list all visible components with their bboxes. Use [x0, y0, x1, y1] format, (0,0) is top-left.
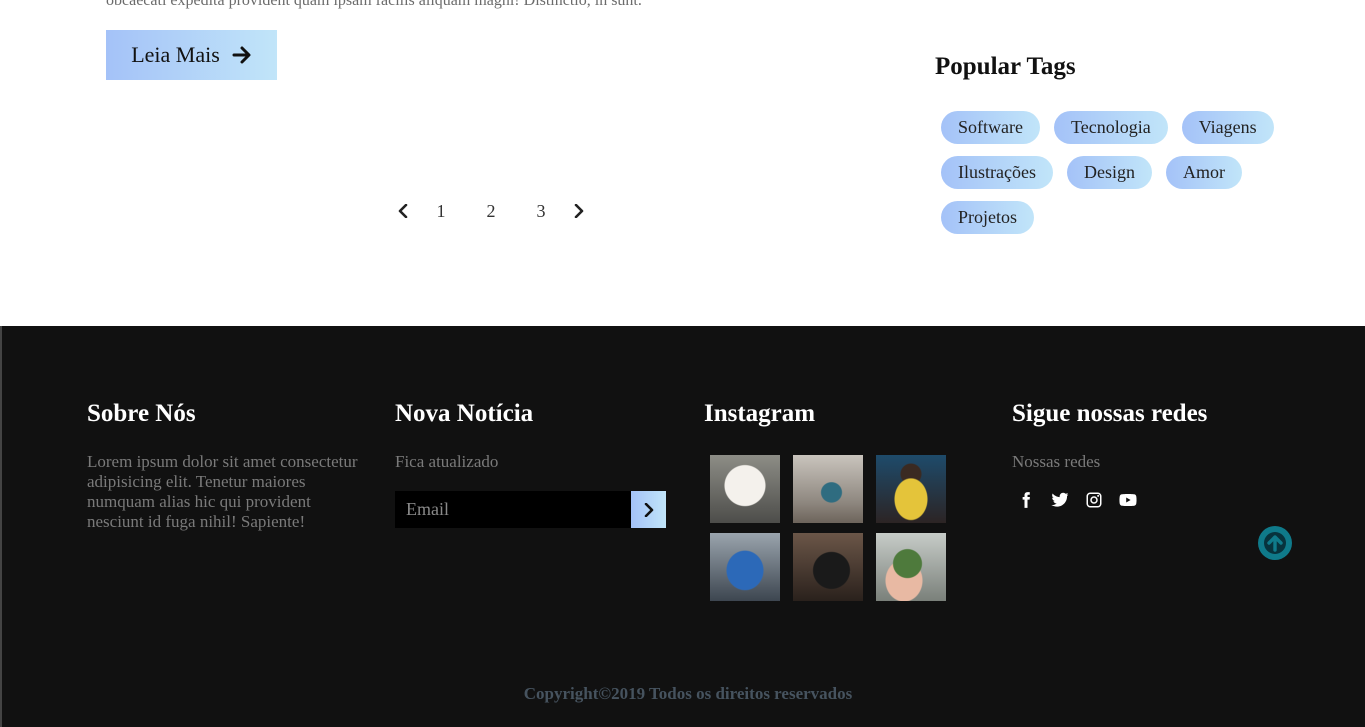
- instagram-icon: [1086, 492, 1102, 508]
- popular-tags-list: Software Tecnologia Viagens Ilustrações …: [941, 111, 1281, 234]
- tag-amor[interactable]: Amor: [1165, 156, 1242, 189]
- popular-tags-title: Popular Tags: [935, 53, 1076, 80]
- newsletter-submit-button[interactable]: [631, 491, 666, 528]
- tag-viagens[interactable]: Viagens: [1181, 111, 1274, 144]
- footer-newsletter-column: Nova Notícia Fica atualizado: [395, 400, 675, 528]
- chevron-right-icon: [644, 502, 653, 517]
- tag-projetos[interactable]: Projetos: [941, 201, 1035, 234]
- twitter-icon: [1051, 492, 1069, 507]
- instagram-title: Instagram: [704, 400, 816, 427]
- instagram-photo-man-yellow[interactable]: [876, 455, 946, 523]
- pagination-page-3[interactable]: 3: [516, 201, 566, 222]
- newsletter-form: [395, 491, 666, 528]
- read-more-button[interactable]: Leia Mais: [106, 30, 277, 80]
- back-to-top-button[interactable]: [1258, 526, 1292, 560]
- tag-tecnologia[interactable]: Tecnologia: [1053, 111, 1168, 144]
- site-footer: Sobre Nós Lorem ipsum dolor sit amet con…: [2, 326, 1365, 727]
- instagram-link[interactable]: [1084, 490, 1104, 510]
- instagram-photo-hand-plant[interactable]: [876, 533, 946, 601]
- twitter-link[interactable]: [1050, 490, 1070, 510]
- copyright-text: Copyright©2019 Todos os direitos reserva…: [523, 684, 853, 703]
- pagination-prev-button[interactable]: [390, 196, 416, 226]
- arrow-up-icon: [1264, 532, 1286, 554]
- footer-instagram-column: Instagram: [704, 400, 964, 601]
- tag-ilustracoes[interactable]: Ilustrações: [941, 156, 1053, 189]
- instagram-photo-woman-city[interactable]: [793, 455, 863, 523]
- blog-content-section: obcaecati expedita provident quam ipsam …: [0, 0, 1365, 326]
- newsletter-text: Fica atualizado: [395, 452, 499, 471]
- instagram-photo-dog[interactable]: [710, 455, 780, 523]
- pagination-next-button[interactable]: [566, 196, 592, 226]
- chevron-right-icon: [574, 204, 584, 218]
- read-more-label: Leia Mais: [131, 42, 220, 67]
- social-links: [1012, 490, 1292, 510]
- instagram-gallery: [710, 455, 964, 601]
- about-text: Lorem ipsum dolor sit amet consectetur a…: [87, 452, 358, 531]
- newsletter-title: Nova Notícia: [395, 400, 534, 427]
- facebook-link[interactable]: [1016, 490, 1036, 510]
- footer-about-column: Sobre Nós Lorem ipsum dolor sit amet con…: [87, 400, 367, 532]
- pagination-page-2[interactable]: 2: [466, 201, 516, 222]
- tag-software[interactable]: Software: [941, 111, 1040, 144]
- instagram-photo-camera[interactable]: [793, 533, 863, 601]
- chevron-left-icon: [398, 204, 408, 218]
- article-excerpt: obcaecati expedita provident quam ipsam …: [106, 0, 642, 9]
- instagram-photo-blue-car[interactable]: [710, 533, 780, 601]
- youtube-icon: [1119, 494, 1137, 506]
- tag-design[interactable]: Design: [1066, 156, 1152, 189]
- pagination: 1 2 3: [390, 196, 592, 226]
- social-text: Nossas redes: [1012, 452, 1101, 471]
- arrow-right-icon: [232, 46, 251, 64]
- pagination-page-1[interactable]: 1: [416, 201, 466, 222]
- facebook-icon: [1022, 492, 1030, 508]
- footer-social-column: Sigue nossas redes Nossas redes: [1012, 400, 1292, 510]
- youtube-link[interactable]: [1118, 490, 1138, 510]
- email-input[interactable]: [395, 491, 631, 528]
- about-title: Sobre Nós: [87, 400, 196, 427]
- social-title: Sigue nossas redes: [1012, 400, 1208, 427]
